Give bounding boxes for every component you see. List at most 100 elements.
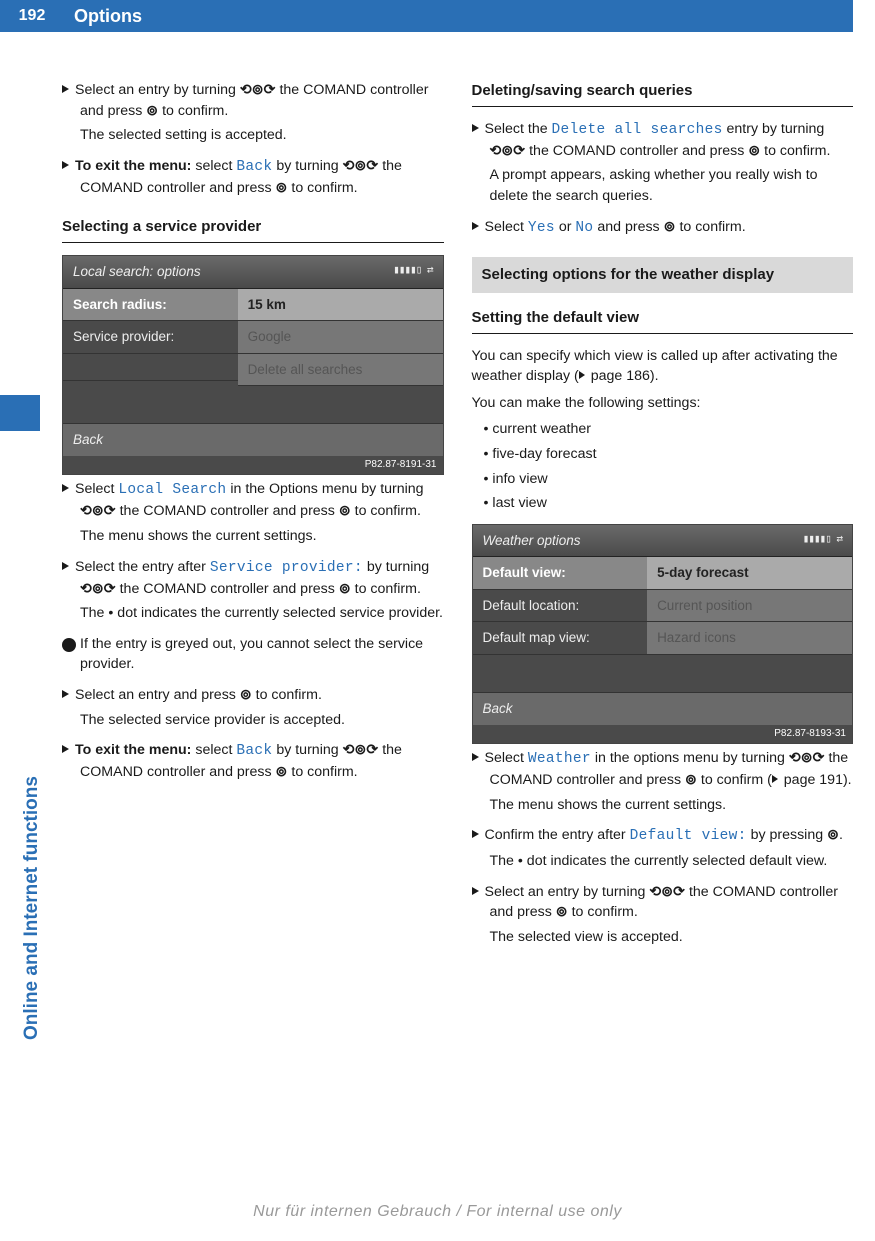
step-result: The selected service provider is accepte…: [62, 710, 444, 731]
step-marker-icon: [472, 124, 479, 132]
step-result: The selected view is accepted.: [472, 927, 854, 948]
rotary-icon: ⟲⊚⟳: [80, 581, 116, 597]
ui-back: Back: [236, 743, 272, 759]
press-icon: ⊚: [339, 503, 351, 519]
row-label: Search radius:: [63, 289, 238, 322]
step-local-search: Select Local Search in the Options menu …: [62, 479, 444, 522]
row-value: Current position: [647, 590, 852, 623]
press-icon: ⊚: [556, 904, 568, 920]
rotary-icon: ⟲⊚⟳: [343, 158, 379, 174]
list-item: last view: [484, 493, 854, 514]
screenshot-weather-options: Weather options ▮▮▮▮▯ ⇄ Default view: De…: [472, 524, 854, 744]
press-icon: ⊚: [748, 143, 760, 159]
shot-id: P82.87-8191-31: [63, 456, 443, 475]
step-marker-icon: [62, 85, 69, 93]
paragraph: You can specify which view is called up …: [472, 346, 854, 387]
step-exit-menu-2: To exit the menu: select Back by turning…: [62, 740, 444, 783]
step-result: The • dot indicates the currently select…: [472, 851, 854, 872]
pageref-icon: [579, 371, 585, 379]
heading-deleting: Deleting/saving search queries: [472, 80, 854, 107]
step-marker-icon: [472, 753, 479, 761]
settings-list: current weather five-day forecast info v…: [472, 419, 854, 513]
row-label: Default location:: [473, 590, 648, 623]
signal-icon: ▮▮▮▮▯ ⇄: [393, 262, 432, 282]
row-label: [63, 354, 238, 381]
page-number: 192: [0, 0, 64, 32]
shot-title: Local search: options: [73, 262, 201, 282]
step-marker-icon: [472, 887, 479, 895]
ui-delete-all-searches: Delete all searches: [552, 122, 723, 138]
rotary-icon: ⟲⊚⟳: [789, 750, 825, 766]
row-label: Service provider:: [63, 321, 238, 354]
press-icon: ⊚: [827, 827, 839, 843]
shot-back: Back: [473, 693, 853, 725]
step-select-view-entry: Select an entry by turning ⟲⊚⟳ the COMAN…: [472, 882, 854, 923]
step-marker-icon: [62, 161, 69, 169]
press-icon: ⊚: [685, 772, 697, 788]
ui-service-provider: Service provider:: [210, 560, 363, 576]
row-value: 15 km: [238, 289, 443, 322]
step-yes-no: Select Yes or No and press ⊚ to confirm.: [472, 217, 854, 239]
heading-default-view: Setting the default view: [472, 307, 854, 334]
row-label: Default view:: [473, 557, 648, 590]
row-label: Default map view:: [473, 622, 648, 655]
page-title: Options: [64, 0, 853, 32]
step-marker-icon: [62, 745, 69, 753]
step-marker-icon: [472, 222, 479, 230]
shot-title: Weather options: [483, 531, 581, 551]
rotary-icon: ⟲⊚⟳: [343, 742, 379, 758]
ui-weather: Weather: [528, 751, 591, 767]
ui-back: Back: [236, 159, 272, 175]
step-result: The menu shows the current settings.: [62, 526, 444, 547]
step-marker-icon: [472, 830, 479, 838]
step-result: A prompt appears, asking whether you rea…: [472, 165, 854, 206]
step-marker-icon: [62, 562, 69, 570]
signal-icon: ▮▮▮▮▯ ⇄: [803, 531, 842, 551]
info-note: iIf the entry is greyed out, you cannot …: [62, 634, 444, 675]
row-value: Hazard icons: [647, 622, 852, 655]
step-marker-icon: [62, 484, 69, 492]
press-icon: ⊚: [276, 180, 288, 196]
step-result: The • dot indicates the currently select…: [62, 603, 444, 624]
step-result: The menu shows the current settings.: [472, 795, 854, 816]
ui-local-search: Local Search: [118, 482, 226, 498]
press-icon: ⊚: [240, 687, 252, 703]
side-section-label: Online and Internet functions: [18, 776, 46, 1040]
step-delete-searches: Select the Delete all searches entry by …: [472, 119, 854, 162]
row-value: 5-day forecast: [647, 557, 852, 590]
press-icon: ⊚: [276, 764, 288, 780]
screenshot-local-search: Local search: options ▮▮▮▮▯ ⇄ Search rad…: [62, 255, 444, 475]
paragraph: You can make the following settings:: [472, 393, 854, 414]
shot-back: Back: [63, 424, 443, 456]
heading-weather-options: Selecting options for the weather displa…: [472, 257, 854, 293]
list-item: info view: [484, 469, 854, 490]
press-icon: ⊚: [146, 103, 158, 119]
step-select-entry: Select an entry by turning ⟲⊚⟳ the COMAN…: [62, 80, 444, 121]
ui-default-view: Default view:: [630, 828, 747, 844]
list-item: current weather: [484, 419, 854, 440]
press-icon: ⊚: [339, 581, 351, 597]
pageref-icon: [772, 775, 778, 783]
step-select-weather: Select Weather in the options menu by tu…: [472, 748, 854, 791]
rotary-icon: ⟲⊚⟳: [649, 884, 685, 900]
heading-service-provider: Selecting a service provider: [62, 216, 444, 243]
ui-yes: Yes: [528, 220, 555, 236]
side-tab: [0, 395, 40, 431]
rotary-icon: ⟲⊚⟳: [240, 82, 276, 98]
ui-no: No: [575, 220, 593, 236]
info-icon: i: [62, 638, 76, 652]
left-column: Select an entry by turning ⟲⊚⟳ the COMAN…: [62, 80, 444, 958]
press-icon: ⊚: [664, 219, 676, 235]
rotary-icon: ⟲⊚⟳: [490, 143, 526, 159]
step-marker-icon: [62, 690, 69, 698]
shot-id: P82.87-8193-31: [473, 725, 853, 744]
list-item: five-day forecast: [484, 444, 854, 465]
rotary-icon: ⟲⊚⟳: [80, 503, 116, 519]
step-result: The selected setting is accepted.: [62, 125, 444, 146]
right-column: Deleting/saving search queries Select th…: [472, 80, 854, 958]
page-header: 192 Options: [0, 0, 875, 32]
step-select-entry-2: Select an entry and press ⊚ to confirm.: [62, 685, 444, 706]
step-service-provider: Select the entry after Service provider:…: [62, 557, 444, 600]
step-exit-menu: To exit the menu: select Back by turning…: [62, 156, 444, 199]
page-content: Select an entry by turning ⟲⊚⟳ the COMAN…: [0, 80, 875, 958]
